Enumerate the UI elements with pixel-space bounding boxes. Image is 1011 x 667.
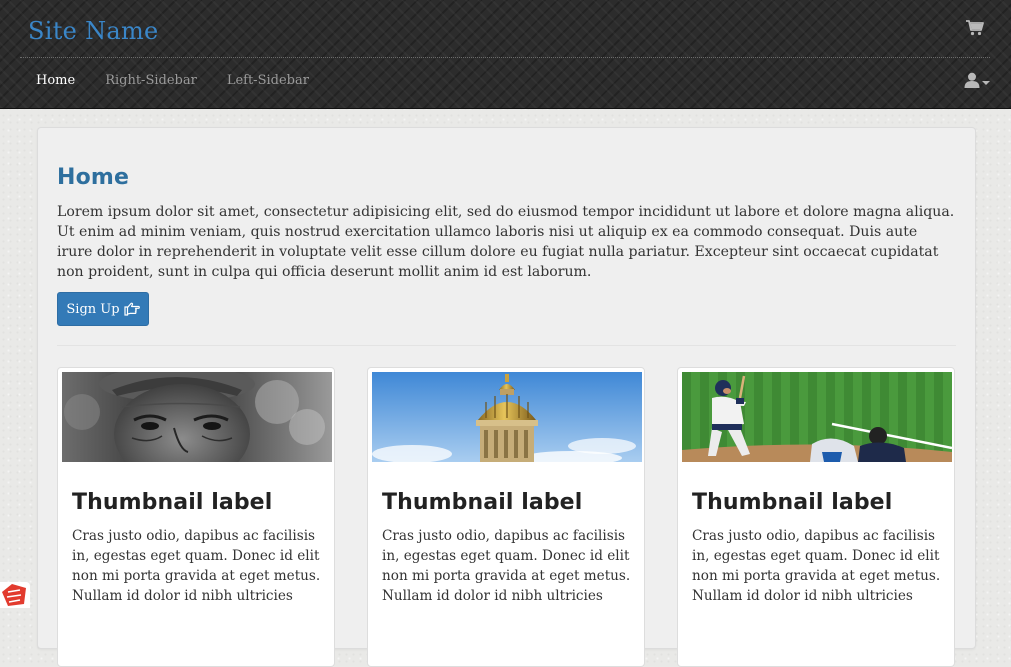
user-icon bbox=[964, 72, 980, 88]
nav-item-home[interactable]: Home bbox=[21, 58, 90, 104]
thumbnail-text: Cras justo odio, dapibus ac facilisis in… bbox=[692, 528, 941, 604]
thumbnail-label: Thumbnail label bbox=[692, 490, 893, 515]
nav-item-right-sidebar[interactable]: Right-Sidebar bbox=[90, 58, 212, 104]
main-panel: Home Lorem ipsum dolor sit amet, consect… bbox=[37, 127, 976, 667]
thumbnail-card: Thumbnail label Cras justo odio, dapibus… bbox=[677, 367, 955, 667]
thumbnail-text: Cras justo odio, dapibus ac facilisis in… bbox=[382, 528, 631, 604]
thumbnail-text: Cras justo odio, dapibus ac facilisis in… bbox=[72, 528, 321, 604]
navbar: Site Name Home Right-Sidebar Left-Sideba… bbox=[0, 0, 1011, 109]
baseball-batter-photo bbox=[682, 372, 952, 462]
shopping-cart-icon[interactable] bbox=[966, 20, 984, 36]
user-menu-toggle[interactable] bbox=[964, 72, 992, 88]
thumbnail-label: Thumbnail label bbox=[382, 490, 583, 515]
thumbnail-card: Thumbnail label Cras justo odio, dapibus… bbox=[57, 367, 335, 667]
thumbnail-card: Thumbnail label Cras justo odio, dapibus… bbox=[367, 367, 645, 667]
main-nav: Home Right-Sidebar Left-Sidebar bbox=[21, 58, 324, 104]
nav-item-left-sidebar[interactable]: Left-Sidebar bbox=[212, 58, 324, 104]
section-divider bbox=[57, 345, 956, 346]
site-brand[interactable]: Site Name bbox=[28, 17, 159, 45]
old-man-portrait-photo bbox=[62, 372, 332, 462]
app-logo-icon bbox=[2, 584, 26, 606]
intro-text: Lorem ipsum dolor sit amet, consectetur … bbox=[57, 204, 955, 280]
sign-up-button[interactable]: Sign Up bbox=[57, 292, 149, 326]
sign-up-label: Sign Up bbox=[66, 301, 120, 317]
golden-dome-building-photo bbox=[372, 372, 642, 462]
app-badge[interactable] bbox=[0, 582, 30, 608]
caret-down-icon bbox=[982, 81, 990, 85]
page-title: Home bbox=[57, 165, 130, 190]
hand-pointing-right-icon bbox=[123, 302, 140, 316]
thumbnail-label: Thumbnail label bbox=[72, 490, 273, 515]
